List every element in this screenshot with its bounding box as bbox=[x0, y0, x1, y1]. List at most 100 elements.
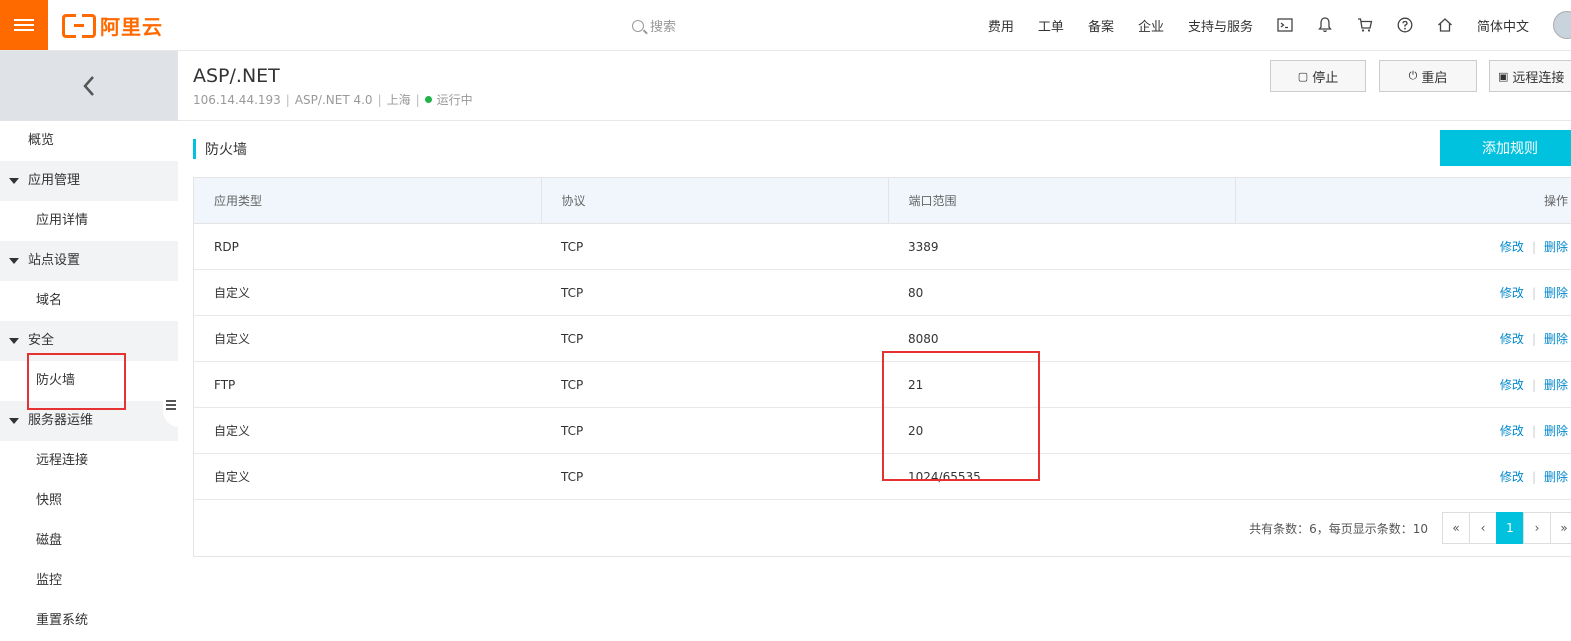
sidebar-item-overview[interactable]: 概览 bbox=[0, 121, 178, 161]
edit-link[interactable]: 修改 bbox=[1500, 470, 1524, 484]
cell-actions: 修改 | 删除 bbox=[1235, 407, 1571, 454]
power-icon: ⏻ bbox=[1408, 69, 1418, 82]
delete-link[interactable]: 删除 bbox=[1544, 332, 1568, 346]
cell-protocol: TCP bbox=[541, 223, 888, 270]
notification-bell-icon[interactable] bbox=[1317, 17, 1333, 33]
cell-actions: 修改 | 删除 bbox=[1235, 453, 1571, 500]
table-header-row: 应用类型 协议 端口范围 操作 bbox=[194, 178, 1571, 224]
prev-page-button[interactable]: ‹ bbox=[1469, 512, 1497, 544]
cell-app-type: RDP bbox=[194, 223, 541, 270]
cell-app-type: 自定义 bbox=[194, 315, 541, 362]
left-sidebar: 概览 应用管理 应用详情 站点设置 域名 安全 防火墙 服务器运维 远程连接 快… bbox=[0, 51, 178, 641]
table-row: RDP TCP 3389 修改 | 删除 bbox=[194, 223, 1571, 270]
sidebar-back-button[interactable] bbox=[0, 51, 178, 121]
delete-link[interactable]: 删除 bbox=[1544, 378, 1568, 392]
search-placeholder: 搜索 bbox=[650, 20, 677, 35]
column-header-port-range: 端口范围 bbox=[888, 178, 1236, 224]
edit-link[interactable]: 修改 bbox=[1500, 378, 1524, 392]
column-header-actions: 操作 bbox=[1235, 178, 1571, 224]
remote-connect-button[interactable]: ▣ 远程连接 bbox=[1489, 60, 1571, 92]
status-dot-icon bbox=[424, 96, 432, 103]
highlight-box-port-ranges bbox=[882, 351, 1040, 481]
logo-text: 阿里云 bbox=[100, 14, 163, 39]
nav-tickets[interactable]: 工单 bbox=[1038, 16, 1064, 35]
page-title: ASP/.NET bbox=[193, 65, 280, 87]
section-title: 防火墙 bbox=[193, 139, 247, 159]
help-icon[interactable] bbox=[1397, 17, 1413, 33]
delete-link[interactable]: 删除 bbox=[1544, 424, 1568, 438]
sidebar-item-app-details[interactable]: 应用详情 bbox=[0, 201, 178, 241]
add-rule-button[interactable]: 添加规则 bbox=[1440, 130, 1571, 166]
sidebar-item-monitor[interactable]: 监控 bbox=[0, 561, 178, 601]
cell-app-type: 自定义 bbox=[194, 407, 541, 454]
edit-link[interactable]: 修改 bbox=[1500, 240, 1524, 254]
sidebar-group-app-management[interactable]: 应用管理 bbox=[0, 161, 178, 201]
cell-port-range: 80 bbox=[888, 269, 1235, 316]
sidebar-collapse-toggle[interactable] bbox=[163, 383, 179, 427]
home-icon[interactable] bbox=[1437, 17, 1453, 33]
terminal-icon[interactable] bbox=[1277, 17, 1293, 33]
restart-button[interactable]: ⏻ 重启 bbox=[1379, 60, 1477, 92]
delete-link[interactable]: 删除 bbox=[1544, 470, 1568, 484]
cell-actions: 修改 | 删除 bbox=[1235, 315, 1571, 362]
sidebar-item-reset-system[interactable]: 重置系统 bbox=[0, 601, 178, 641]
top-nav-links: 费用 工单 备案 企业 支持与服务 简体中文 bbox=[988, 0, 1571, 50]
cell-actions: 修改 | 删除 bbox=[1235, 223, 1571, 270]
table-row: 自定义 TCP 80 修改 | 删除 bbox=[194, 269, 1571, 316]
user-avatar[interactable] bbox=[1553, 11, 1571, 39]
cell-actions: 修改 | 删除 bbox=[1235, 269, 1571, 316]
top-navigation-bar: 阿里云 搜索 费用 工单 备案 企业 支持与服务 简体中文 bbox=[0, 0, 1571, 51]
edit-link[interactable]: 修改 bbox=[1500, 424, 1524, 438]
hamburger-menu-button[interactable] bbox=[0, 0, 48, 50]
nav-icp-filing[interactable]: 备案 bbox=[1088, 16, 1114, 35]
cell-protocol: TCP bbox=[541, 361, 888, 408]
aliyun-logo-icon bbox=[62, 14, 96, 38]
cell-actions: 修改 | 删除 bbox=[1235, 361, 1571, 408]
first-page-button[interactable]: « bbox=[1442, 512, 1470, 544]
stop-button[interactable]: ▢ 停止 bbox=[1270, 60, 1366, 92]
nav-support[interactable]: 支持与服务 bbox=[1188, 16, 1253, 35]
instance-region: 上海 bbox=[386, 93, 411, 107]
edit-link[interactable]: 修改 bbox=[1500, 286, 1524, 300]
sidebar-item-snapshot[interactable]: 快照 bbox=[0, 481, 178, 521]
delete-link[interactable]: 删除 bbox=[1544, 240, 1568, 254]
edit-link[interactable]: 修改 bbox=[1500, 332, 1524, 346]
cell-app-type: 自定义 bbox=[194, 453, 541, 500]
search-icon bbox=[632, 19, 644, 32]
next-page-button[interactable]: › bbox=[1523, 512, 1551, 544]
column-header-app-type: 应用类型 bbox=[194, 178, 542, 224]
page-1-button[interactable]: 1 bbox=[1496, 512, 1524, 544]
section-accent-bar bbox=[193, 139, 196, 159]
menu-icon bbox=[14, 19, 34, 21]
header-divider bbox=[178, 120, 1571, 121]
cell-protocol: TCP bbox=[541, 315, 888, 362]
remote-screen-icon: ▣ bbox=[1498, 69, 1509, 83]
sidebar-group-site-settings[interactable]: 站点设置 bbox=[0, 241, 178, 281]
sidebar-item-domain[interactable]: 域名 bbox=[0, 281, 178, 321]
cart-icon[interactable] bbox=[1357, 17, 1373, 33]
column-header-protocol: 协议 bbox=[541, 178, 889, 224]
cell-protocol: TCP bbox=[541, 407, 888, 454]
instance-app: ASP/.NET 4.0 bbox=[294, 92, 373, 107]
last-page-button[interactable]: » bbox=[1550, 512, 1571, 544]
nav-billing[interactable]: 费用 bbox=[988, 16, 1014, 35]
main-content: ASP/.NET 106.14.44.193 | ASP/.NET 4.0 | 上海… bbox=[178, 51, 1571, 625]
delete-link[interactable]: 删除 bbox=[1544, 286, 1568, 300]
nav-enterprise[interactable]: 企业 bbox=[1138, 16, 1164, 35]
cell-protocol: TCP bbox=[541, 453, 888, 500]
global-search-input[interactable]: 搜索 bbox=[632, 16, 676, 35]
caret-down-icon bbox=[9, 178, 19, 184]
caret-down-icon bbox=[9, 418, 19, 424]
aliyun-logo[interactable]: 阿里云 bbox=[62, 12, 163, 39]
sidebar-item-disk[interactable]: 磁盘 bbox=[0, 521, 178, 561]
instance-ip: 106.14.44.193 bbox=[193, 92, 281, 107]
instance-info: 106.14.44.193 | ASP/.NET 4.0 | 上海 | 运行中 bbox=[193, 92, 473, 108]
caret-down-icon bbox=[9, 338, 19, 344]
stop-icon: ▢ bbox=[1297, 69, 1309, 83]
pager-summary: 共有条数：6，每页显示条数：10 bbox=[1249, 522, 1428, 536]
language-switch[interactable]: 简体中文 bbox=[1477, 16, 1529, 35]
cell-port-range: 3389 bbox=[888, 223, 1235, 270]
chevron-left-icon bbox=[83, 76, 94, 96]
cell-app-type: FTP bbox=[194, 361, 541, 408]
sidebar-item-remote-connect[interactable]: 远程连接 bbox=[0, 441, 178, 481]
